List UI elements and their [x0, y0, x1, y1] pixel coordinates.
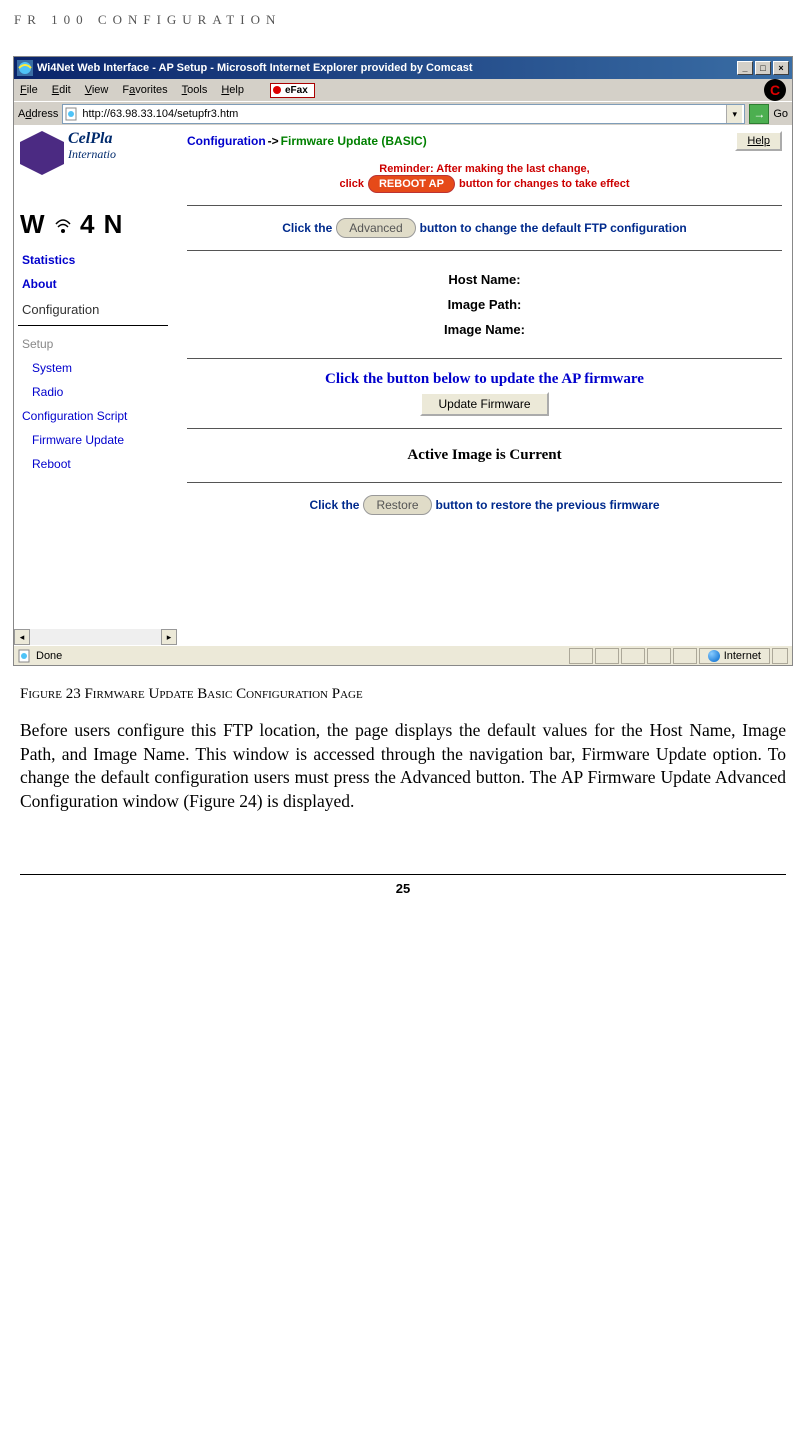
footer-rule: [20, 874, 786, 875]
host-name-label: Host Name:: [187, 267, 782, 292]
sidebar-item-statistics[interactable]: Statistics: [18, 248, 177, 272]
maximize-button[interactable]: □: [755, 61, 771, 75]
page-content: CelPla Internatio W 4 N Statistics About…: [14, 125, 792, 645]
go-button-icon[interactable]: →: [749, 104, 769, 124]
security-zone: Internet: [699, 648, 770, 664]
status-panel: [673, 648, 697, 664]
ie-app-icon: [17, 60, 33, 76]
globe-icon: [708, 650, 720, 662]
done-icon: [18, 649, 32, 663]
reminder-text-2a: click: [340, 178, 364, 190]
divider: [187, 250, 782, 251]
restore-prefix: Click the: [309, 498, 359, 512]
active-image-status: Active Image is Current: [187, 441, 782, 470]
address-input[interactable]: http://63.98.33.104/setupfr3.htm ▾: [62, 104, 745, 124]
browser-window: Wi4Net Web Interface - AP Setup - Micros…: [13, 56, 793, 666]
zone-text: Internet: [724, 650, 761, 662]
divider: [187, 205, 782, 206]
help-button[interactable]: Help: [735, 131, 782, 151]
left-sidebar: CelPla Internatio W 4 N Statistics About…: [14, 125, 177, 645]
restore-suffix: button to restore the previous firmware: [436, 498, 660, 512]
sidebar-divider: [18, 325, 168, 326]
divider: [187, 428, 782, 429]
menu-view[interactable]: View: [85, 84, 109, 96]
brand-name: CelPla: [68, 131, 116, 147]
update-heading: Click the button below to update the AP …: [187, 371, 782, 388]
image-name-label: Image Name:: [187, 317, 782, 342]
nav-sidebar: Statistics About Configuration Setup Sys…: [14, 240, 177, 476]
advanced-prefix: Click the: [282, 221, 332, 235]
page-icon: [65, 107, 79, 121]
brand-subtitle: Internatio: [68, 147, 116, 162]
sidebar-item-system[interactable]: System: [18, 356, 177, 380]
address-url: http://63.98.33.104/setupfr3.htm: [82, 108, 238, 120]
advanced-hint: Click the Advanced button to change the …: [187, 218, 782, 238]
status-tray: [567, 648, 697, 664]
status-panel: [595, 648, 619, 664]
figure-caption: Figure 23 Firmware Update Basic Configur…: [20, 686, 796, 703]
sidebar-item-about[interactable]: About: [18, 272, 177, 296]
status-panel: [647, 648, 671, 664]
menu-bar: File Edit View Favorites Tools Help eFax…: [14, 79, 792, 101]
scroll-track[interactable]: [30, 629, 161, 645]
sidebar-item-configuration[interactable]: Configuration: [18, 296, 177, 323]
sidebar-item-reboot[interactable]: Reboot: [18, 452, 177, 476]
reminder-text-2b: button for changes to take effect: [459, 178, 630, 190]
document-running-header: FR 100 CONFIGURATION: [10, 10, 796, 56]
divider: [187, 482, 782, 483]
main-panel: Configuration -> Firmware Update (BASIC)…: [177, 125, 792, 645]
ftp-form: Host Name: Image Path: Image Name:: [187, 263, 782, 346]
go-button-label[interactable]: Go: [773, 108, 788, 120]
status-done-text: Done: [36, 650, 62, 662]
menu-file[interactable]: File: [20, 84, 38, 96]
crumb-configuration[interactable]: Configuration: [187, 134, 266, 148]
address-bar: Address http://63.98.33.104/setupfr3.htm…: [14, 101, 792, 125]
efax-toolbar-button[interactable]: eFax: [270, 83, 315, 98]
resize-grip[interactable]: [772, 648, 788, 664]
sidebar-item-firmware-update[interactable]: Firmware Update: [18, 428, 177, 452]
menu-edit[interactable]: Edit: [52, 84, 71, 96]
divider: [187, 358, 782, 359]
sidebar-item-setup: Setup: [18, 332, 177, 356]
brand-area: CelPla Internatio: [14, 125, 177, 209]
horizontal-scrollbar[interactable]: ◂ ▸: [14, 629, 177, 645]
menu-help[interactable]: Help: [221, 84, 244, 96]
scroll-left-icon[interactable]: ◂: [14, 629, 30, 645]
restore-button[interactable]: Restore: [363, 495, 431, 515]
status-bar: Done Internet: [14, 645, 792, 665]
status-panel: [621, 648, 645, 664]
menu-favorites[interactable]: Favorites: [122, 84, 167, 96]
advanced-suffix: button to change the default FTP configu…: [420, 221, 687, 235]
crumb-arrow: ->: [266, 134, 281, 148]
body-paragraph: Before users configure this FTP location…: [10, 719, 796, 814]
scroll-right-icon[interactable]: ▸: [161, 629, 177, 645]
status-done-panel: Done: [18, 649, 567, 663]
advanced-button[interactable]: Advanced: [336, 218, 415, 238]
address-dropdown-icon[interactable]: ▾: [726, 105, 742, 123]
sidebar-item-config-script[interactable]: Configuration Script: [18, 404, 177, 428]
reminder-text-1: Reminder: After making the last change,: [187, 163, 782, 175]
minimize-button[interactable]: _: [737, 61, 753, 75]
comcast-logo-icon: C: [764, 79, 786, 101]
close-button[interactable]: ×: [773, 61, 789, 75]
window-title: Wi4Net Web Interface - AP Setup - Micros…: [37, 62, 473, 74]
reminder-block: Reminder: After making the last change, …: [187, 163, 782, 193]
menu-tools[interactable]: Tools: [182, 84, 208, 96]
image-path-label: Image Path:: [187, 292, 782, 317]
address-label: Address: [18, 108, 58, 120]
celplan-logo-icon: [20, 131, 64, 175]
crumb-current: Firmware Update (BASIC): [281, 134, 427, 148]
reboot-ap-button[interactable]: REBOOT AP: [368, 175, 455, 193]
status-panel: [569, 648, 593, 664]
window-title-bar: Wi4Net Web Interface - AP Setup - Micros…: [14, 57, 792, 79]
restore-hint: Click the Restore button to restore the …: [187, 495, 782, 515]
page-number: 25: [10, 881, 796, 896]
breadcrumb: Configuration -> Firmware Update (BASIC)…: [187, 131, 782, 151]
update-firmware-button[interactable]: Update Firmware: [420, 392, 548, 416]
wi4net-logo: W 4 N: [14, 209, 177, 240]
sidebar-item-radio[interactable]: Radio: [18, 380, 177, 404]
